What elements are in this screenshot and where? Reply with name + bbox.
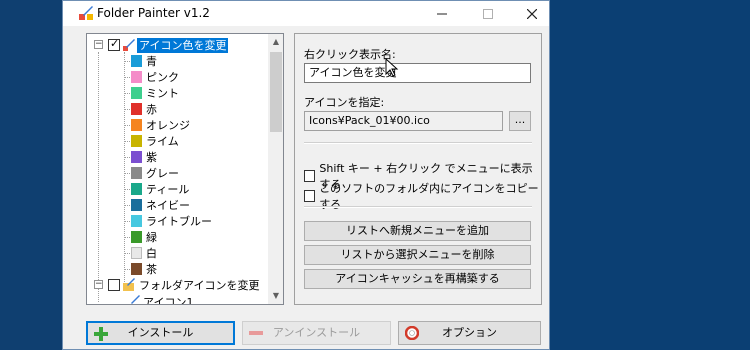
maximize-button[interactable]: [465, 1, 511, 26]
divider: [304, 206, 532, 208]
icon-label: アイコンを指定:: [304, 96, 385, 109]
minus-icon: [249, 331, 263, 335]
collapse-toggle[interactable]: −: [94, 280, 103, 289]
tree-line: [124, 52, 125, 282]
color-swatch-icon: [131, 263, 142, 275]
color-swatch-icon: [131, 87, 142, 99]
plus-icon: [94, 327, 108, 341]
color-swatch-icon: [131, 215, 142, 227]
name-label: 右クリック表示名:: [304, 48, 396, 61]
root-checkbox[interactable]: [108, 279, 120, 291]
app-window: Folder Painter v1.2 − ✓ アイコン色を変更 青ピンクミント…: [62, 0, 550, 350]
tree-root-label: フォルダアイコンを変更: [139, 279, 260, 292]
color-swatch-icon: [131, 183, 142, 195]
rebuild-cache-button[interactable]: アイコンキャッシュを再構築する: [304, 269, 531, 289]
tree-item-label: ネイビー: [146, 199, 190, 212]
tree-root-label: アイコン色を変更: [137, 38, 229, 53]
close-button[interactable]: [509, 1, 555, 26]
tree-item-label: ミント: [146, 87, 179, 100]
add-menu-button[interactable]: リストへ新規メニューを追加: [304, 221, 531, 241]
tree-item-label: ライトブルー: [146, 215, 212, 228]
tree-item-label: 紫: [146, 151, 157, 164]
minimize-button[interactable]: [419, 1, 465, 26]
tree-item-label: 茶: [146, 263, 157, 276]
install-button[interactable]: インストール: [86, 321, 235, 345]
tree-item-label: ライム: [146, 135, 179, 148]
color-swatch-icon: [131, 135, 142, 147]
color-swatch-icon: [131, 103, 142, 115]
desktop-background: [0, 0, 62, 350]
divider: [304, 142, 532, 144]
lifebuoy-icon: [405, 326, 419, 340]
title-bar[interactable]: Folder Painter v1.2: [63, 1, 549, 26]
tree-item-label: グレー: [146, 167, 179, 180]
color-swatch-icon: [131, 247, 142, 259]
folder-brush-icon: [123, 278, 135, 291]
paintbrush-icon: [123, 39, 135, 51]
scroll-up-icon[interactable]: ▲: [268, 34, 283, 50]
tree-child-label: アイコン1: [143, 296, 194, 305]
checkmark-icon: ✓: [110, 37, 120, 50]
uninstall-label: アンインストール: [272, 326, 361, 339]
options-label: オプション: [442, 326, 497, 339]
color-swatch-icon: [131, 119, 142, 131]
window-title: Folder Painter v1.2: [97, 6, 210, 20]
tree-item-label: ティール: [146, 183, 190, 196]
tree-item-label: 緑: [146, 231, 157, 244]
color-swatch-icon: [131, 199, 142, 211]
tree-scrollbar[interactable]: ▲ ▼: [268, 34, 283, 304]
color-swatch-icon: [131, 167, 142, 179]
paintbrush-icon: [79, 6, 93, 20]
minimize-icon: [437, 13, 447, 14]
remove-menu-button[interactable]: リストから選択メニューを削除: [304, 245, 531, 265]
tree-item-label: ピンク: [146, 71, 179, 84]
color-swatch-icon: [131, 55, 142, 67]
display-name-input[interactable]: アイコン色を変更: [304, 63, 531, 83]
scroll-thumb[interactable]: [270, 52, 282, 132]
install-label: インストール: [127, 326, 194, 339]
menu-tree[interactable]: − ✓ アイコン色を変更 青ピンクミント赤オレンジライム紫グレーティールネイビー…: [86, 33, 284, 305]
uninstall-button[interactable]: アンインストール: [242, 321, 391, 345]
color-swatch-icon: [131, 231, 142, 243]
tree-line: [98, 52, 99, 302]
tree-item-label: 青: [146, 55, 157, 68]
root-checkbox[interactable]: ✓: [108, 37, 120, 51]
scroll-down-icon[interactable]: ▼: [268, 288, 283, 304]
copy-option-checkbox[interactable]: [304, 190, 316, 202]
browse-button[interactable]: ...: [509, 111, 531, 131]
options-button[interactable]: オプション: [398, 321, 541, 345]
paintbrush-icon: [131, 295, 140, 304]
tree-item-label: オレンジ: [146, 119, 190, 132]
icon-path-field[interactable]: Icons¥Pack_01¥00.ico: [304, 111, 503, 131]
color-swatch-icon: [131, 151, 142, 163]
collapse-toggle[interactable]: −: [94, 40, 103, 49]
settings-panel: 右クリック表示名: アイコン色を変更 アイコンを指定: Icons¥Pack_0…: [294, 33, 542, 305]
color-swatch-icon: [131, 71, 142, 83]
tree-item-label: 白: [146, 247, 157, 260]
close-icon: [527, 8, 537, 19]
mouse-cursor-icon: [385, 58, 399, 77]
tree-item-label: 赤: [146, 103, 157, 116]
maximize-icon: [483, 8, 493, 19]
